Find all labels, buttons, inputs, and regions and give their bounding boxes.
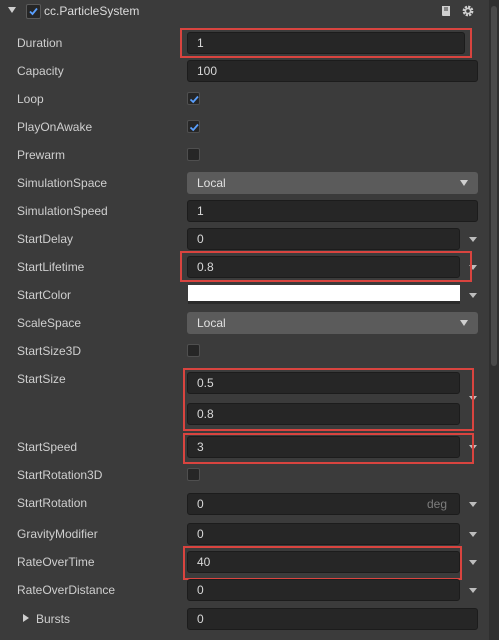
startcolor-swatch[interactable] bbox=[188, 285, 460, 304]
rateovertime-input[interactable]: 40 bbox=[187, 551, 460, 573]
startdelay-input[interactable]: 0 bbox=[187, 228, 460, 250]
startsize-mode-dropdown-icon[interactable] bbox=[469, 396, 477, 401]
startsize-label: StartSize bbox=[17, 372, 66, 386]
startcolor-mode-dropdown-icon[interactable] bbox=[469, 293, 477, 298]
startrotation3d-label: StartRotation3D bbox=[17, 468, 103, 482]
gear-icon[interactable] bbox=[461, 4, 475, 18]
startcolor-label: StartColor bbox=[17, 288, 72, 302]
collapse-arrow-icon[interactable] bbox=[8, 7, 16, 13]
rateoverdistance-label: RateOverDistance bbox=[17, 583, 116, 597]
startsize-min-input[interactable]: 0.5 bbox=[187, 372, 460, 394]
rateoverdistance-input[interactable]: 0 bbox=[187, 579, 460, 601]
duration-input[interactable]: 1 bbox=[187, 32, 465, 54]
startrotation3d-checkbox[interactable] bbox=[187, 468, 200, 481]
startlifetime-mode-dropdown-icon[interactable] bbox=[469, 265, 477, 270]
startrotation-input[interactable]: 0 deg bbox=[187, 493, 460, 515]
startrotation-value: 0 bbox=[197, 497, 204, 511]
startrotation-mode-dropdown-icon[interactable] bbox=[469, 502, 477, 507]
rateovertime-label: RateOverTime bbox=[17, 555, 95, 569]
component-header[interactable]: cc.ParticleSystem bbox=[0, 0, 489, 24]
prewarm-label: Prewarm bbox=[17, 148, 66, 162]
scalespace-select[interactable]: Local bbox=[187, 312, 478, 334]
startsize3d-checkbox[interactable] bbox=[187, 344, 200, 357]
startrotation-unit: deg bbox=[426, 497, 447, 511]
simulationspace-select[interactable]: Local bbox=[187, 172, 478, 194]
component-title: cc.ParticleSystem bbox=[44, 4, 140, 18]
gravitymodifier-mode-dropdown-icon[interactable] bbox=[469, 532, 477, 537]
bursts-count-input[interactable]: 0 bbox=[187, 608, 478, 630]
startdelay-label: StartDelay bbox=[17, 232, 74, 246]
startspeed-input[interactable]: 3 bbox=[187, 436, 460, 458]
startspeed-label: StartSpeed bbox=[17, 440, 78, 454]
prewarm-checkbox[interactable] bbox=[187, 148, 200, 161]
chevron-down-icon bbox=[460, 320, 468, 326]
startrotation-label: StartRotation bbox=[17, 496, 88, 510]
startsize3d-label: StartSize3D bbox=[17, 344, 82, 358]
capacity-label: Capacity bbox=[17, 64, 64, 78]
book-icon[interactable] bbox=[440, 5, 452, 17]
inspector-panel: cc.ParticleSystem Duration 1 Capacity 10… bbox=[0, 0, 489, 640]
scalespace-value: Local bbox=[197, 316, 226, 330]
playonawake-label: PlayOnAwake bbox=[17, 120, 93, 134]
startlifetime-label: StartLifetime bbox=[17, 260, 85, 274]
startlifetime-input[interactable]: 0.8 bbox=[187, 256, 460, 278]
simulationspeed-label: SimulationSpeed bbox=[17, 204, 108, 218]
startdelay-mode-dropdown-icon[interactable] bbox=[469, 237, 477, 242]
gravitymodifier-input[interactable]: 0 bbox=[187, 523, 460, 545]
scalespace-label: ScaleSpace bbox=[17, 316, 82, 330]
rateovertime-mode-dropdown-icon[interactable] bbox=[469, 560, 477, 565]
gravitymodifier-label: GravityModifier bbox=[17, 527, 98, 541]
simulationspace-label: SimulationSpace bbox=[17, 176, 108, 190]
loop-checkbox[interactable] bbox=[187, 92, 200, 105]
simulationspeed-input[interactable]: 1 bbox=[187, 200, 478, 222]
startsize-max-input[interactable]: 0.8 bbox=[187, 403, 460, 425]
rateoverdistance-mode-dropdown-icon[interactable] bbox=[469, 588, 477, 593]
scrollbar[interactable] bbox=[489, 0, 499, 640]
duration-label: Duration bbox=[17, 36, 63, 50]
capacity-input[interactable]: 100 bbox=[187, 60, 478, 82]
component-enabled-checkbox[interactable] bbox=[26, 4, 41, 19]
bursts-label[interactable]: Bursts bbox=[36, 612, 70, 626]
startspeed-mode-dropdown-icon[interactable] bbox=[469, 445, 477, 450]
expand-arrow-icon[interactable] bbox=[23, 614, 29, 622]
playonawake-checkbox[interactable] bbox=[187, 120, 200, 133]
simulationspace-value: Local bbox=[197, 176, 226, 190]
loop-label: Loop bbox=[17, 92, 44, 106]
chevron-down-icon bbox=[460, 180, 468, 186]
scrollbar-thumb[interactable] bbox=[491, 6, 497, 366]
